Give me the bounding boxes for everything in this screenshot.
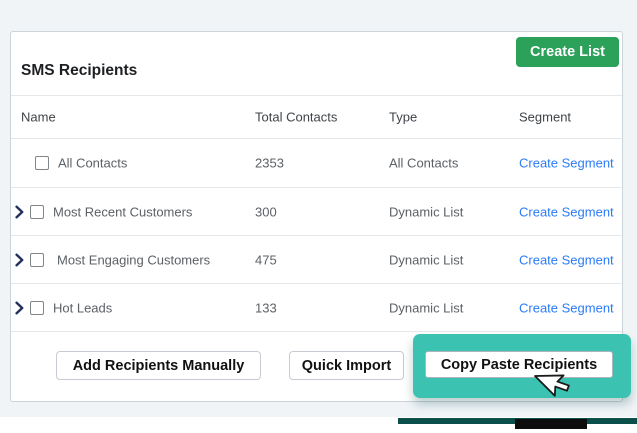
table-header-row: Name Total Contacts Type Segment <box>11 96 622 139</box>
row-total: 475 <box>255 252 277 267</box>
row-type: Dynamic List <box>389 300 464 315</box>
expand-chevron-icon[interactable] <box>15 205 24 218</box>
row-name: Most Engaging Customers <box>57 252 211 267</box>
row-total: 300 <box>255 204 277 219</box>
expand-chevron-icon[interactable] <box>15 253 24 266</box>
row-name: Hot Leads <box>53 300 113 315</box>
row-total: 133 <box>255 300 277 315</box>
copy-paste-recipients-button[interactable]: Copy Paste Recipients <box>425 351 613 378</box>
row-checkbox[interactable] <box>30 204 44 219</box>
table-row: Most Engaging Customers 475 Dynamic List… <box>11 236 622 284</box>
create-segment-link[interactable]: Create Segment <box>519 156 614 171</box>
row-total: 2353 <box>255 155 284 171</box>
add-recipients-manually-button[interactable]: Add Recipients Manually <box>56 351 261 380</box>
table-row: Hot Leads 133 Dynamic List Create Segmen… <box>11 284 622 332</box>
create-segment-link[interactable]: Create Segment <box>519 204 614 219</box>
header-total: Total Contacts <box>255 109 338 125</box>
create-segment-link[interactable]: Create Segment <box>519 300 614 315</box>
expand-chevron-icon[interactable] <box>15 301 24 314</box>
row-type: All Contacts <box>389 155 459 171</box>
header-name: Name <box>21 109 56 125</box>
header-segment: Segment <box>519 109 572 125</box>
create-list-button[interactable]: Create List <box>516 37 619 67</box>
card-header: SMS Recipients Create List <box>11 32 622 96</box>
screenshot-root: SMS Recipients Create List Name Total Co… <box>0 0 637 433</box>
row-name: All Contacts <box>58 155 128 171</box>
row-name: Most Recent Customers <box>53 204 193 219</box>
redaction-bar <box>515 419 587 429</box>
table-row: Most Recent Customers 300 Dynamic List C… <box>11 188 622 236</box>
table-row: All Contacts 2353 All Contacts Create Se… <box>11 139 622 188</box>
create-segment-link[interactable]: Create Segment <box>519 252 614 267</box>
row-checkbox[interactable] <box>35 156 49 170</box>
copy-paste-highlight-annotation: Copy Paste Recipients <box>413 334 631 398</box>
header-type: Type <box>389 109 418 125</box>
row-checkbox[interactable] <box>30 252 44 267</box>
quick-import-button[interactable]: Quick Import <box>289 351 404 380</box>
row-type: Dynamic List <box>389 204 464 219</box>
page-title: SMS Recipients <box>21 62 138 79</box>
row-checkbox[interactable] <box>30 300 44 315</box>
row-type: Dynamic List <box>389 252 464 267</box>
